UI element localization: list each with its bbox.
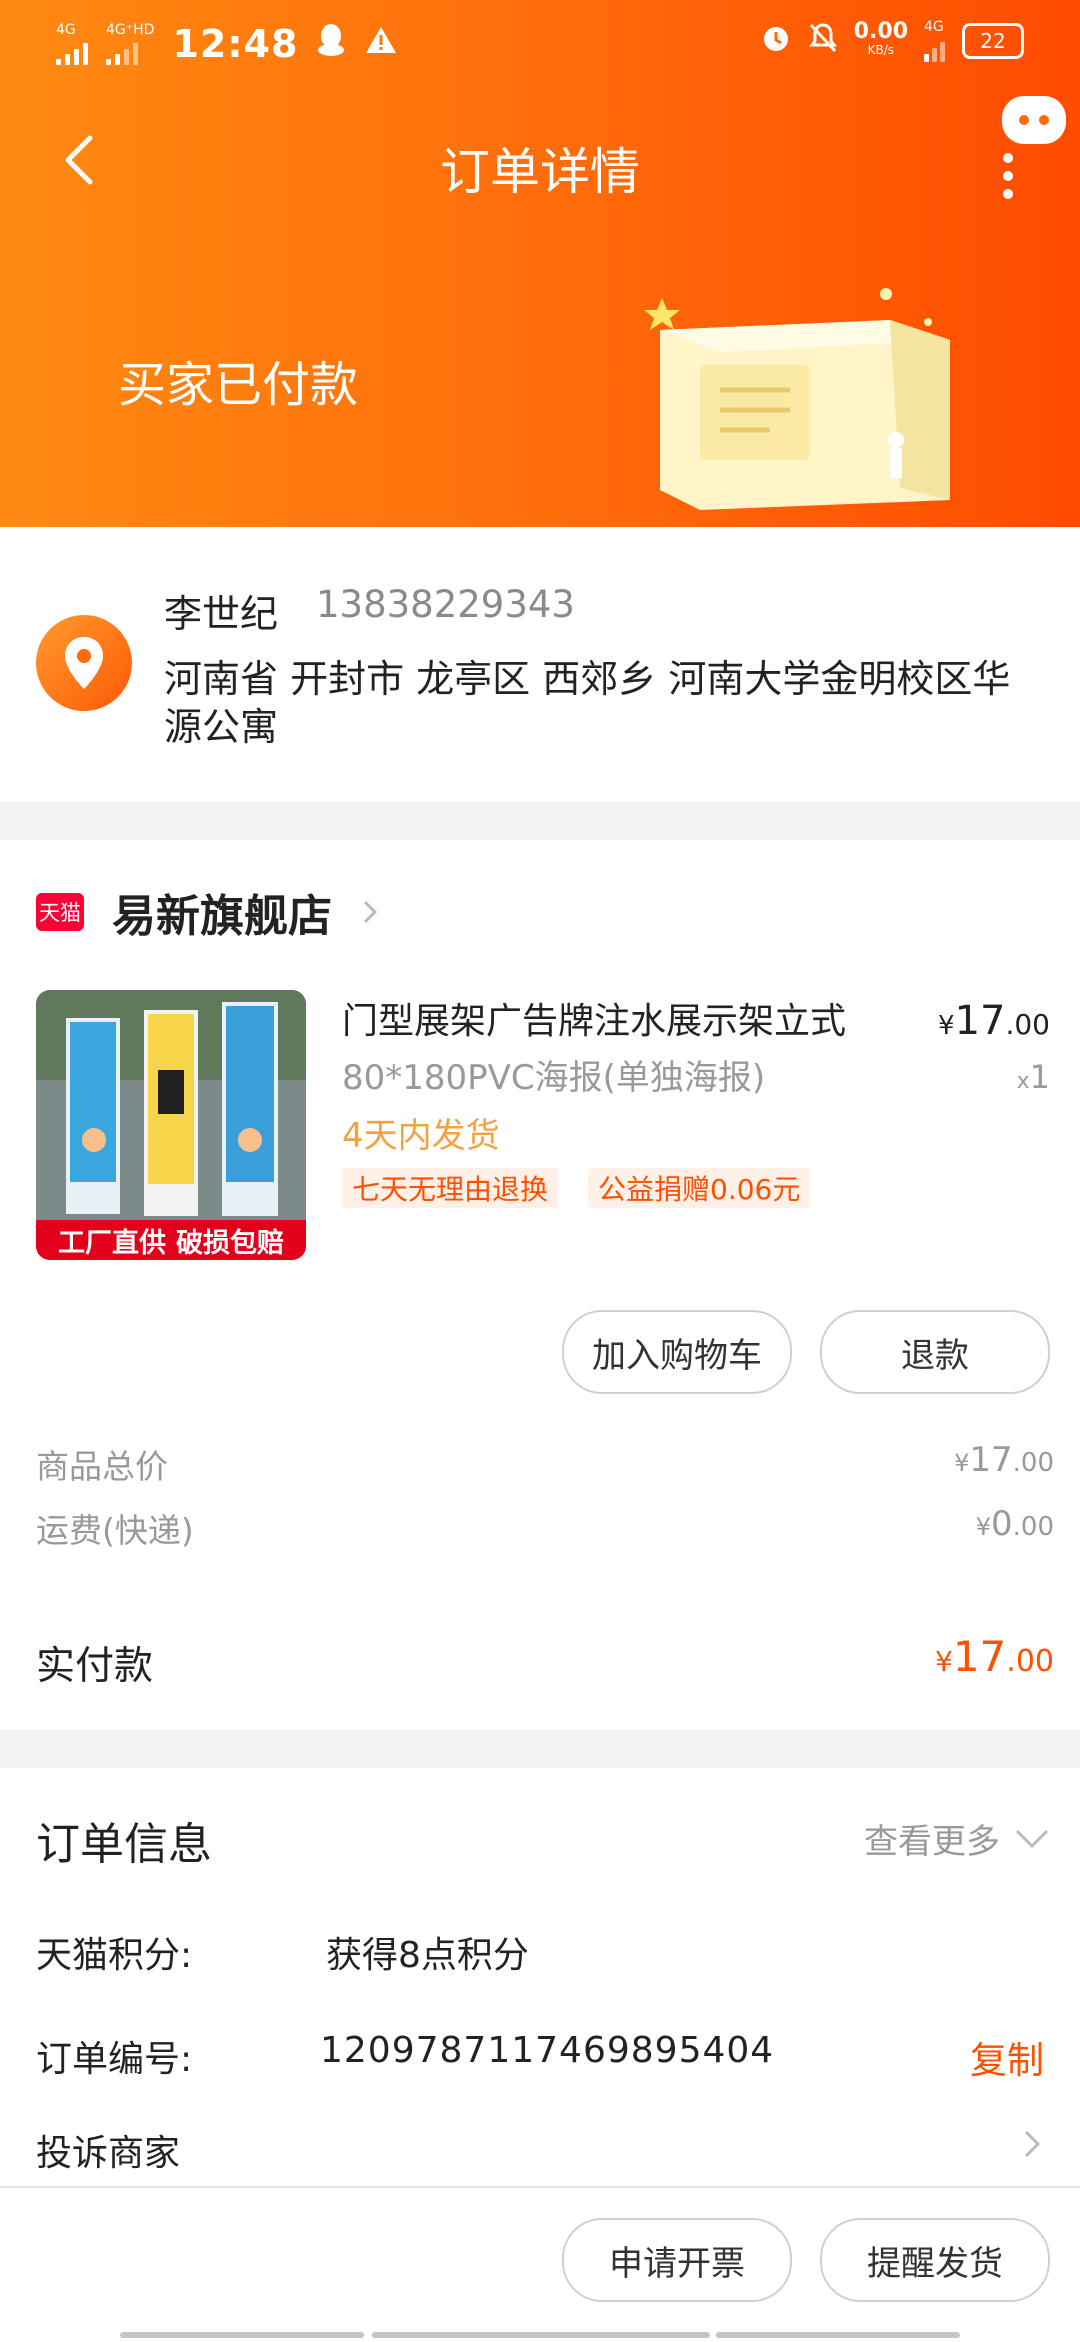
complain-merchant-link[interactable]: 投诉商家 xyxy=(36,2124,180,2176)
tmall-badge-icon: 天猫 xyxy=(36,893,84,931)
gesture-bar-segment xyxy=(120,2332,364,2338)
mute-bell-icon xyxy=(808,22,838,60)
paid-dec: .00 xyxy=(1006,1644,1054,1679)
product-image[interactable]: 工厂直供 破损包赔 xyxy=(36,990,306,1260)
signal-2-label: 4G⁺HD xyxy=(106,22,155,38)
currency: ¥ xyxy=(935,1645,953,1678)
shop-header[interactable]: 天猫 易新旗舰店 xyxy=(36,880,382,944)
remind-shipping-button[interactable]: 提醒发货 xyxy=(820,2218,1050,2302)
view-more-label: 查看更多 xyxy=(864,1822,1000,1862)
recipient-phone: 13838229343 xyxy=(316,583,575,626)
qty-value: 1 xyxy=(1029,1058,1050,1096)
signal-bars-icon xyxy=(56,43,88,65)
order-info-card: 订单信息 查看更多 天猫积分: 获得8点积分 订单编号: 12097871174… xyxy=(0,1768,1080,2198)
image-band-right: 破损包赔 xyxy=(176,1227,284,1259)
battery-icon: 22 xyxy=(962,23,1024,59)
alarm-icon xyxy=(760,22,792,60)
goods-total-value: ¥17.00 xyxy=(954,1440,1054,1480)
shipping-promise: 4天内发货 xyxy=(342,1116,500,1156)
network-speed-unit: KB/s xyxy=(867,43,895,57)
more-menu-button[interactable] xyxy=(994,96,1066,204)
gesture-bar-segment xyxy=(716,2332,960,2338)
recipient-name: 李世纪 xyxy=(164,592,279,636)
add-to-cart-button[interactable]: 加入购物车 xyxy=(562,1310,792,1394)
qty-prefix: x xyxy=(1016,1069,1030,1094)
gesture-bar-segment xyxy=(372,2332,710,2338)
paid-int: 17 xyxy=(952,1632,1007,1681)
service-tag-charity: 公益捐赠0.06元 xyxy=(588,1168,811,1208)
chat-more-icon xyxy=(1002,96,1066,199)
product-image-band: 工厂直供 破损包赔 xyxy=(36,1220,306,1260)
signal-2: 4G⁺HD xyxy=(106,23,154,65)
status-bar: 4G 4G⁺HD 12:48 0.00 KB/s 4G 22 xyxy=(0,0,1080,90)
chevron-right-icon xyxy=(1024,2130,1041,2158)
image-band-left: 工厂直供 xyxy=(58,1227,166,1259)
product-image-art xyxy=(36,990,306,1220)
signal-bars-icon xyxy=(924,40,946,62)
page-title: 订单详情 xyxy=(440,143,640,201)
shipping-address-card[interactable]: 李世纪 13838229343 河南省 开封市 龙亭区 西郊乡 河南大学金明校区… xyxy=(0,527,1080,802)
currency: ¥ xyxy=(954,1449,970,1477)
paid-box-illustration xyxy=(644,288,950,510)
shipping-fee-label: 运费(快递) xyxy=(36,1511,194,1550)
recipient-address: 河南省 开封市 龙亭区 西郊乡 河南大学金明校区华源公寓 xyxy=(164,657,1011,749)
signal-3: 4G xyxy=(924,20,946,62)
price-dec: .00 xyxy=(1005,1008,1050,1041)
order-number-label: 订单编号: xyxy=(36,2039,193,2080)
product-price: ¥17.00 xyxy=(938,998,1050,1044)
chevron-down-icon xyxy=(1015,1829,1049,1848)
shipping-int: 0 xyxy=(991,1504,1013,1544)
signal-1: 4G xyxy=(56,23,88,65)
price-currency: ¥ xyxy=(938,1011,955,1041)
order-info-title: 订单信息 xyxy=(36,1819,212,1870)
points-value: 获得8点积分 xyxy=(326,1935,529,1976)
view-more-button[interactable]: 查看更多 xyxy=(864,1814,1050,1863)
chevron-right-icon xyxy=(363,900,378,924)
apply-invoice-button[interactable]: 申请开票 xyxy=(562,2218,792,2302)
network-speed: 0.00 KB/s xyxy=(853,19,908,59)
network-speed-value: 0.00 xyxy=(853,19,908,44)
product-sku: 80*180PVC海报(单独海报) xyxy=(342,1058,766,1098)
order-items-card: 天猫 易新旗舰店 工厂直供 破损包赔 门型展架广告牌注水展示架立式 80*180… xyxy=(0,840,1080,1730)
nav-bar: 订单详情 xyxy=(0,96,1080,210)
paid-amount-label: 实付款 xyxy=(36,1644,154,1689)
goods-total-dec: .00 xyxy=(1012,1448,1054,1478)
order-status-text: 买家已付款 xyxy=(118,357,359,413)
copy-order-number-button[interactable]: 复制 xyxy=(970,2030,1044,2084)
price-int: 17 xyxy=(954,998,1006,1044)
signal-3-label: 4G xyxy=(924,19,944,35)
order-number-value: 1209787117469895404 xyxy=(320,2030,775,2071)
location-pin-icon xyxy=(36,615,132,711)
qq-icon xyxy=(316,23,346,66)
signal-bars-icon xyxy=(106,43,138,65)
service-tag-return: 七天无理由退换 xyxy=(342,1168,559,1208)
paid-amount-value: ¥17.00 xyxy=(935,1632,1054,1681)
shop-name: 易新旗舰店 xyxy=(112,891,332,942)
shipping-dec: .00 xyxy=(1012,1512,1054,1542)
goods-total-int: 17 xyxy=(969,1440,1013,1480)
battery-level: 22 xyxy=(980,29,1006,53)
bottom-action-bar: 申请开票 提醒发货 xyxy=(0,2186,1080,2342)
product-title[interactable]: 门型展架广告牌注水展示架立式 xyxy=(342,992,846,1044)
warning-icon xyxy=(364,24,398,64)
refund-button[interactable]: 退款 xyxy=(820,1310,1050,1394)
signal-1-label: 4G xyxy=(56,22,76,38)
order-status-header: 4G 4G⁺HD 12:48 0.00 KB/s 4G 22 订单详情 买家已付… xyxy=(0,0,1080,527)
shipping-fee-value: ¥0.00 xyxy=(976,1504,1054,1544)
currency: ¥ xyxy=(975,1513,991,1541)
product-quantity: x1 xyxy=(1017,1058,1050,1096)
clock: 12:48 xyxy=(172,22,299,66)
points-label: 天猫积分: xyxy=(36,1935,193,1976)
goods-total-label: 商品总价 xyxy=(36,1447,168,1486)
